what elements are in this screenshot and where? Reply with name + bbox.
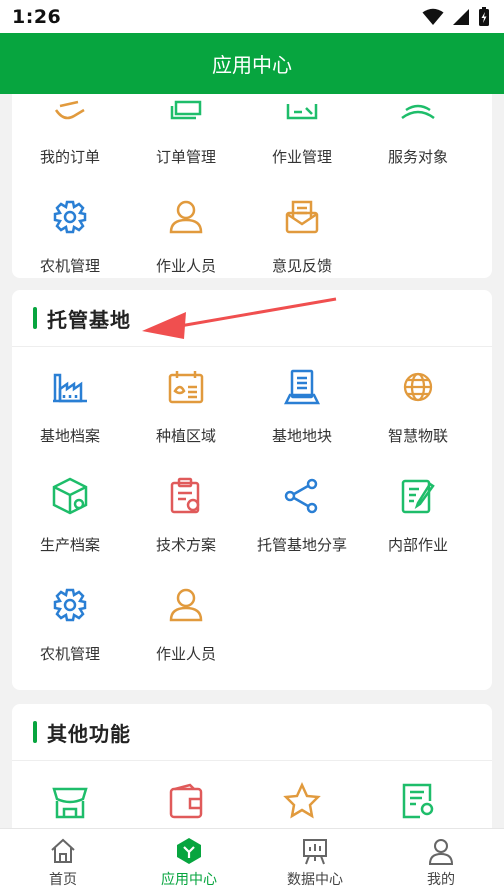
star-icon	[283, 781, 321, 819]
other-functions-header: 其他功能	[12, 704, 492, 761]
grid-item-label: 托管基地分享	[256, 536, 347, 554]
grid-item-worker[interactable]: 作业人员	[128, 177, 244, 286]
signal-icon	[453, 8, 469, 25]
tab-app-center[interactable]: 应用中心	[126, 829, 252, 894]
grid-item-base-plot[interactable]: 基地地块	[244, 347, 360, 456]
grid-item-label: 基地地块	[271, 427, 332, 445]
hosting-base-card: 托管基地 基地档案 种植区域 基地地块 智慧物联 生产档案 技术方案 托管基地分…	[12, 290, 492, 690]
grid-item-label: 作业人员	[155, 257, 216, 275]
order-icon	[54, 100, 85, 120]
tab-label: 我的	[427, 872, 455, 888]
grid-item-label: 作业管理	[271, 148, 332, 166]
data-board-icon	[303, 839, 327, 865]
document-stand-icon	[283, 369, 321, 405]
edit-icon	[401, 479, 435, 514]
app-header: 应用中心	[0, 33, 504, 94]
grid-item-label: 智慧物联	[387, 427, 448, 445]
grid-item-internal-work[interactable]: 内部作业	[360, 456, 476, 565]
status-bar: 1:26	[0, 0, 504, 33]
service-object-icon	[401, 104, 435, 120]
tab-label: 应用中心	[161, 872, 217, 888]
status-time: 1:26	[12, 5, 62, 28]
person-icon	[169, 588, 203, 622]
tab-data-center[interactable]: 数据中心	[252, 829, 378, 894]
grid-item-base-share[interactable]: 托管基地分享	[244, 456, 360, 565]
grid-item-label: 作业人员	[155, 645, 216, 663]
hosting-base-grid: 基地档案 种植区域 基地地块 智慧物联 生产档案 技术方案 托管基地分享 内部作…	[12, 347, 492, 674]
status-icons	[422, 6, 490, 27]
feedback-icon	[285, 200, 319, 234]
grid-item-tech-plan[interactable]: 技术方案	[128, 456, 244, 565]
top-function-card: 我的订单 订单管理 作业管理 服务对象 农机管理 作业人员 意见反馈	[12, 94, 492, 278]
grid-item-base-archive[interactable]: 基地档案	[12, 347, 128, 456]
grid-item-worker-2[interactable]: 作业人员	[128, 565, 244, 674]
grid-item-machinery-manage[interactable]: 农机管理	[12, 177, 128, 286]
tab-label: 数据中心	[287, 872, 343, 888]
grid-item-label: 意见反馈	[271, 257, 332, 275]
grid-item-label: 基地档案	[39, 427, 100, 445]
app-center-icon	[177, 838, 201, 864]
certificate-icon	[402, 783, 434, 819]
grid-item-favorites[interactable]	[244, 761, 360, 828]
globe-icon	[403, 372, 433, 402]
grid-item-label: 生产档案	[39, 536, 100, 554]
grid-item-planting-area[interactable]: 种植区域	[128, 347, 244, 456]
grid-item-label: 订单管理	[155, 148, 216, 166]
grid-item-label: 内部作业	[387, 536, 448, 554]
grid-item-work-manage[interactable]: 作业管理	[244, 94, 360, 177]
factory-icon	[53, 373, 87, 403]
wallet-icon	[169, 783, 203, 819]
grid-item-my-order[interactable]: 我的订单	[12, 94, 128, 177]
hosting-base-title: 托管基地	[47, 307, 131, 332]
grid-item-label: 种植区域	[155, 427, 216, 445]
grid-item-wallet[interactable]	[128, 761, 244, 828]
grid-item-production-archive[interactable]: 生产档案	[12, 456, 128, 565]
tab-mine[interactable]: 我的	[378, 829, 504, 894]
grid-item-label: 农机管理	[39, 645, 100, 663]
store-icon	[52, 787, 88, 819]
content-scroll[interactable]: 我的订单 订单管理 作业管理 服务对象 农机管理 作业人员 意见反馈 托管基地 …	[0, 94, 504, 828]
top-function-grid: 我的订单 订单管理 作业管理 服务对象 农机管理 作业人员 意见反馈	[12, 94, 492, 286]
tab-home[interactable]: 首页	[0, 829, 126, 894]
grid-item-store[interactable]	[12, 761, 128, 828]
tab-label: 首页	[49, 872, 77, 888]
page-title: 应用中心	[212, 53, 292, 77]
grid-item-service-object[interactable]: 服务对象	[360, 94, 476, 177]
bottom-tab-bar: 首页 应用中心 数据中心 我的	[0, 828, 504, 894]
home-icon	[51, 838, 75, 863]
calendar-plant-icon	[168, 371, 204, 404]
annotation-arrow	[142, 297, 337, 339]
grid-item-label: 农机管理	[39, 257, 100, 275]
wifi-icon	[422, 8, 444, 25]
order-manage-icon	[170, 100, 202, 120]
grid-item-label: 技术方案	[155, 536, 216, 554]
gear-icon	[53, 588, 87, 622]
other-functions-grid	[12, 761, 492, 828]
grid-item-certificate[interactable]	[360, 761, 476, 828]
person-icon	[169, 200, 203, 234]
grid-item-order-manage[interactable]: 订单管理	[128, 94, 244, 177]
grid-item-label: 服务对象	[387, 148, 448, 166]
section-accent-bar	[33, 721, 37, 743]
grid-item-smart-iot[interactable]: 智慧物联	[360, 347, 476, 456]
grid-item-label: 我的订单	[39, 148, 100, 166]
box-gear-icon	[52, 477, 88, 515]
gear-icon	[53, 200, 87, 234]
profile-icon	[428, 839, 454, 865]
share-icon	[284, 478, 318, 514]
grid-item-feedback[interactable]: 意见反馈	[244, 177, 360, 286]
work-manage-icon	[286, 104, 318, 120]
section-accent-bar	[33, 307, 37, 329]
clipboard-gear-icon	[170, 477, 200, 514]
other-functions-title: 其他功能	[47, 721, 131, 746]
battery-icon	[479, 6, 489, 26]
grid-item-machinery-manage-2[interactable]: 农机管理	[12, 565, 128, 674]
other-functions-card: 其他功能	[12, 704, 492, 828]
